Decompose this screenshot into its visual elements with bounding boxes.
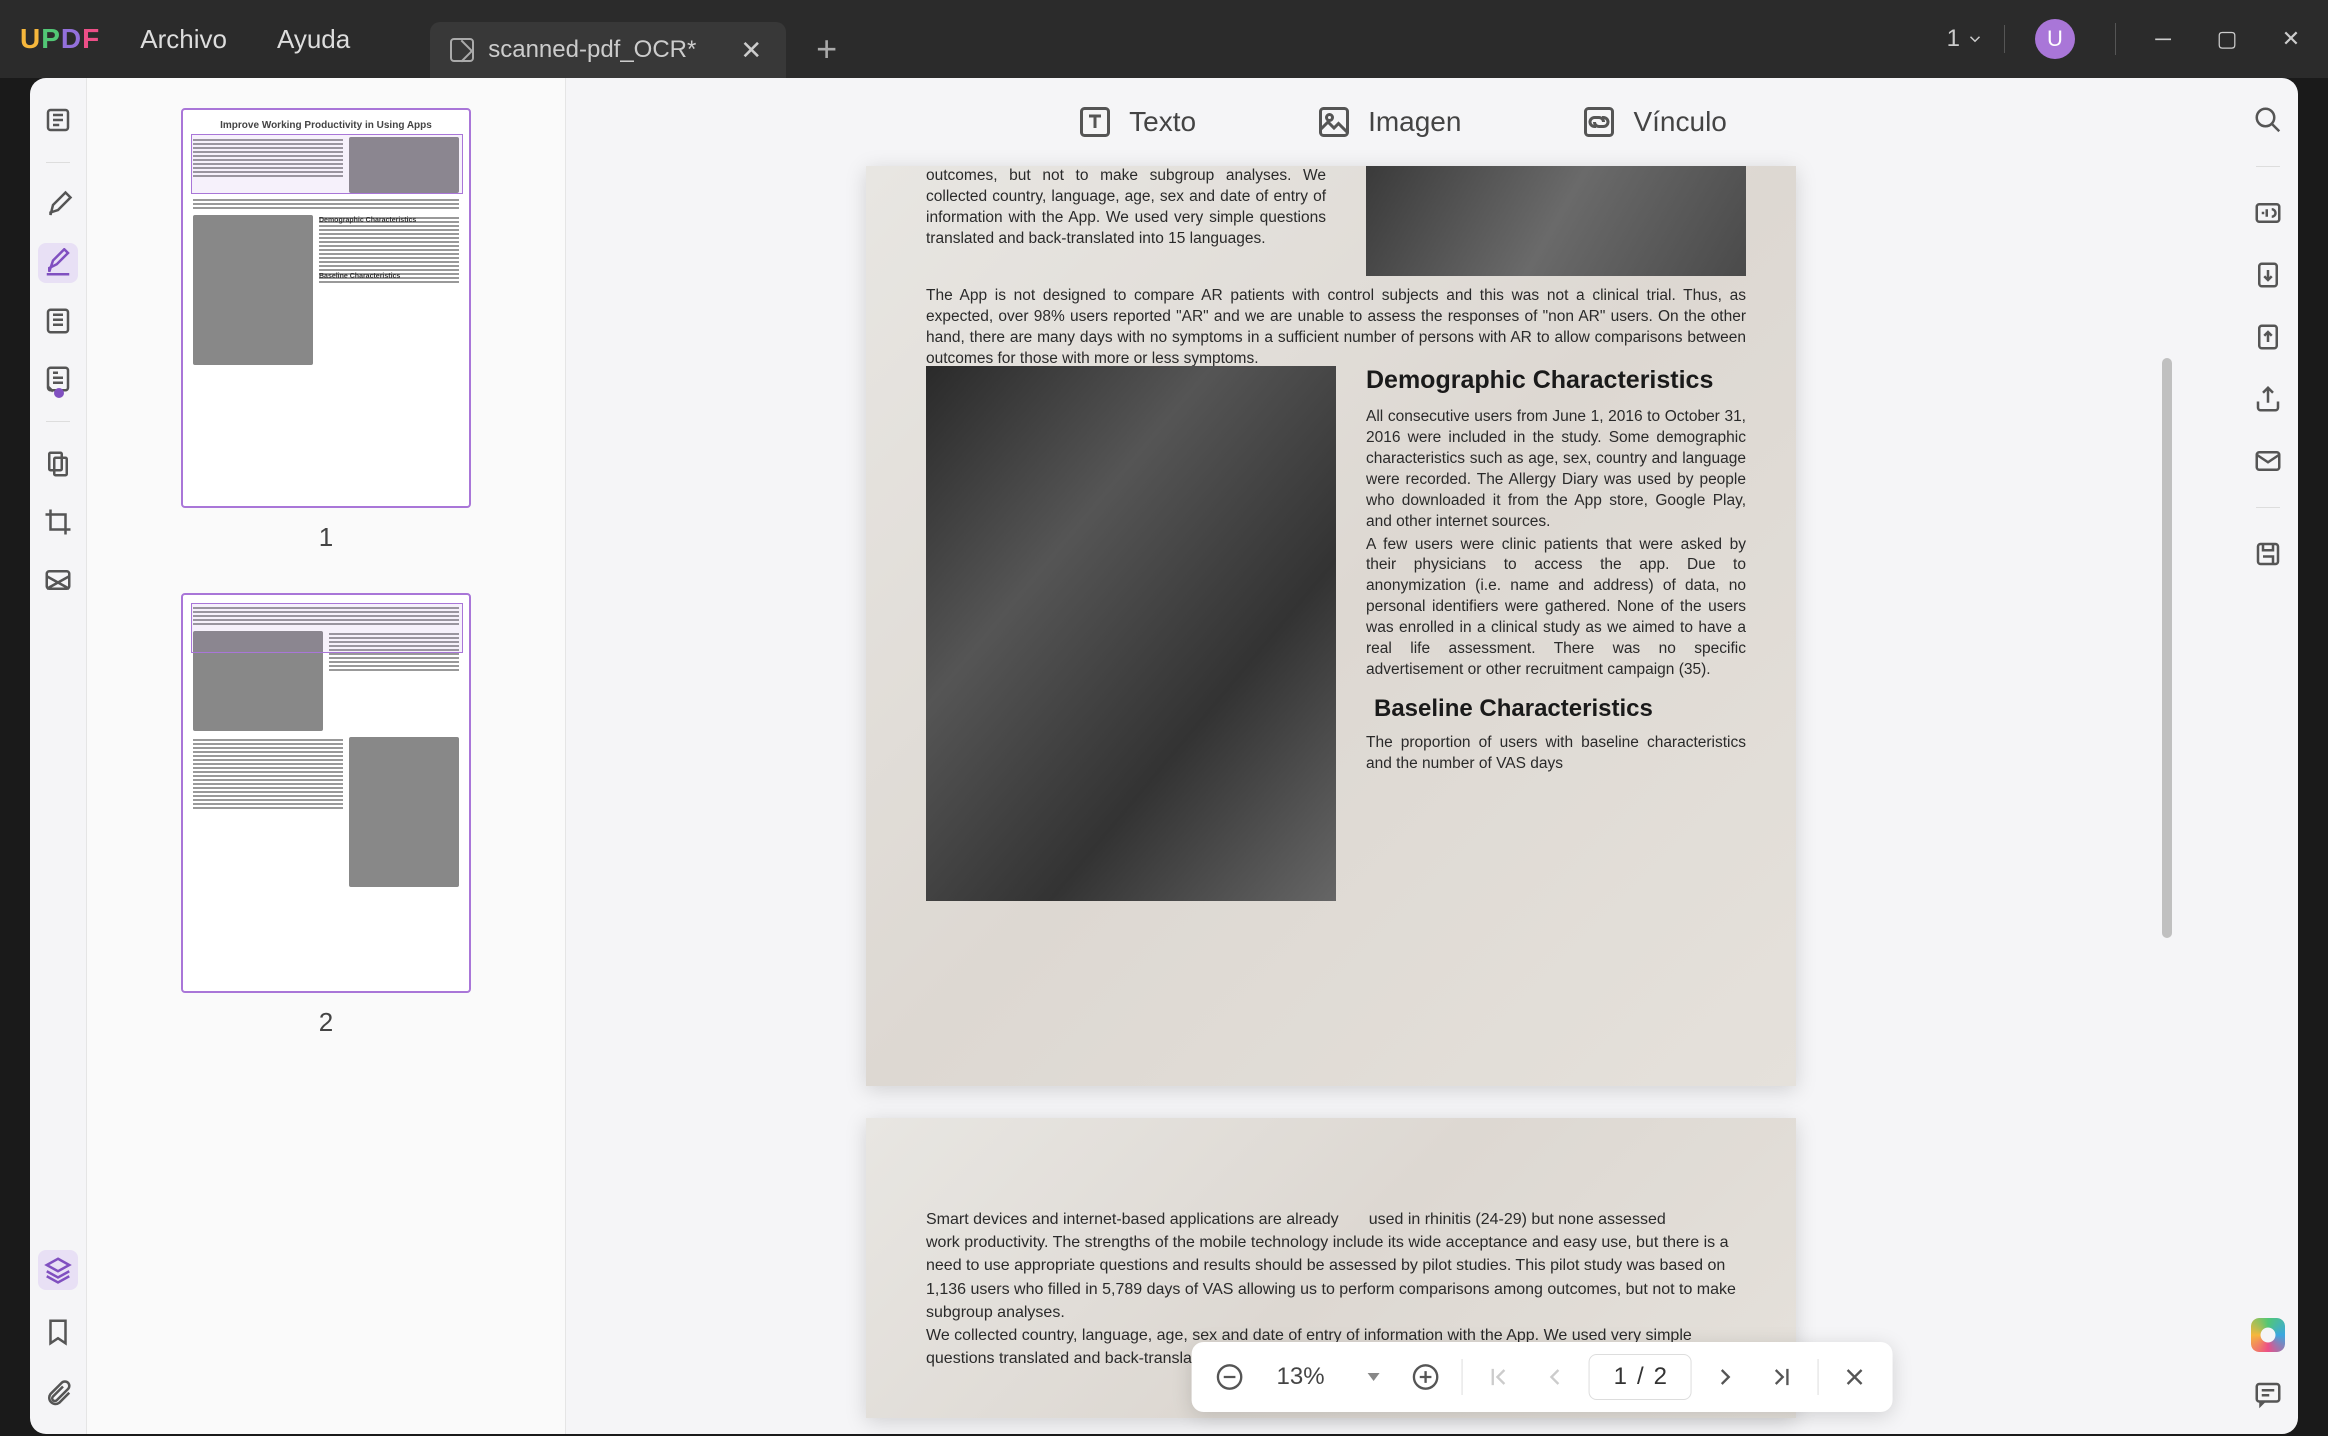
divider xyxy=(2115,23,2116,55)
doc-heading[interactable]: Demographic Characteristics xyxy=(1366,366,1746,395)
edit-tool-icon[interactable] xyxy=(38,243,78,283)
left-toolbar xyxy=(30,78,86,1434)
save-icon[interactable] xyxy=(2248,534,2288,574)
comment-tool-icon[interactable] xyxy=(38,185,78,225)
page-dropdown[interactable]: 1 xyxy=(1947,25,2005,53)
thumb-number-2: 2 xyxy=(319,1007,333,1038)
bookmark-icon[interactable] xyxy=(38,1312,78,1352)
main-area: Improve Working Productivity in Using Ap… xyxy=(30,78,2298,1434)
thumbnail-panel: Improve Working Productivity in Using Ap… xyxy=(86,78,566,1434)
close-window-button[interactable]: ✕ xyxy=(2274,26,2308,52)
tab-doc-icon xyxy=(450,38,474,62)
crop-tool-icon[interactable] xyxy=(38,502,78,542)
chat-icon[interactable] xyxy=(2248,1374,2288,1414)
total-pages: 2 xyxy=(1654,1363,1667,1391)
first-page-button[interactable] xyxy=(1481,1359,1517,1395)
thumbnail-2[interactable]: 2 xyxy=(87,593,565,1038)
doc-text[interactable]: The App is not designed to compare AR pa… xyxy=(926,286,1746,370)
doc-text[interactable]: The proportion of users with baseline ch… xyxy=(1366,733,1746,775)
thumb-heading: Baseline Characteristics xyxy=(319,273,459,275)
doc-text[interactable]: A few users were clinic patients that we… xyxy=(1366,535,1746,681)
image-icon xyxy=(1316,104,1352,140)
page-tool-icon[interactable] xyxy=(38,444,78,484)
new-tab-button[interactable]: + xyxy=(816,28,837,70)
reader-tool-icon[interactable] xyxy=(38,100,78,140)
layers-icon[interactable] xyxy=(38,1250,78,1290)
add-text-button[interactable]: Texto xyxy=(1077,104,1196,140)
ai-icon[interactable] xyxy=(2251,1318,2285,1352)
doc-image xyxy=(1366,166,1746,276)
last-page-button[interactable] xyxy=(1764,1359,1800,1395)
edit-text-label: Texto xyxy=(1129,106,1196,138)
doc-text[interactable]: All consecutive users from June 1, 2016 … xyxy=(1366,407,1746,533)
thumb-heading: Demographic Characteristics xyxy=(319,217,459,219)
edit-toolbar: Texto Imagen Vínculo xyxy=(566,78,2238,166)
ocr-icon[interactable] xyxy=(2248,193,2288,233)
user-avatar[interactable]: U xyxy=(2035,19,2075,59)
tab-title: scanned-pdf_OCR* xyxy=(488,36,696,64)
zoom-out-button[interactable] xyxy=(1212,1359,1248,1395)
titlebar: UPDF Archivo Ayuda scanned-pdf_OCR* ✕ + … xyxy=(0,0,2328,78)
thumbnail-1[interactable]: Improve Working Productivity in Using Ap… xyxy=(87,108,565,553)
doc-text[interactable]: work productivity. The strengths of the … xyxy=(926,1231,1736,1324)
page-dd-value: 1 xyxy=(1947,25,1960,53)
link-icon xyxy=(1581,104,1617,140)
add-link-button[interactable]: Vínculo xyxy=(1581,104,1726,140)
right-toolbar xyxy=(2238,78,2298,1434)
close-bar-button[interactable] xyxy=(1837,1359,1873,1395)
thumb-doc-title: Improve Working Productivity in Using Ap… xyxy=(193,120,459,131)
current-page: 1 xyxy=(1614,1363,1627,1391)
text-icon xyxy=(1077,104,1113,140)
edit-image-label: Imagen xyxy=(1368,106,1461,138)
page-separator: / xyxy=(1637,1363,1644,1391)
add-image-button[interactable]: Imagen xyxy=(1316,104,1461,140)
search-icon[interactable] xyxy=(2248,100,2288,140)
next-page-button[interactable] xyxy=(1710,1359,1746,1395)
email-icon[interactable] xyxy=(2248,441,2288,481)
thumb-number-1: 1 xyxy=(319,522,333,553)
page-input[interactable]: 1 / 2 xyxy=(1589,1354,1692,1400)
doc-text[interactable]: used in rhinitis (24-29) but none assess… xyxy=(1369,1208,1666,1231)
prev-page-button[interactable] xyxy=(1535,1359,1571,1395)
zoom-nav-bar: 13% 1 / 2 xyxy=(1192,1342,1893,1412)
document-viewport[interactable]: Texto Imagen Vínculo outcomes, but not t… xyxy=(566,78,2238,1434)
organize-tool-icon[interactable] xyxy=(38,301,78,341)
zoom-dropdown[interactable] xyxy=(1354,1359,1390,1395)
document-tab[interactable]: scanned-pdf_OCR* ✕ xyxy=(430,22,786,78)
attachment-icon[interactable] xyxy=(38,1374,78,1414)
doc-text[interactable]: Smart devices and internet-based applica… xyxy=(926,1208,1339,1231)
upload-icon[interactable] xyxy=(2248,317,2288,357)
minimize-button[interactable]: ─ xyxy=(2146,26,2180,52)
doc-text[interactable]: outcomes, but not to make subgroup analy… xyxy=(926,166,1326,250)
export-icon[interactable] xyxy=(2248,255,2288,295)
app-logo: UPDF xyxy=(20,23,100,55)
menu-help[interactable]: Ayuda xyxy=(277,24,350,55)
active-indicator xyxy=(54,388,64,398)
edit-link-label: Vínculo xyxy=(1633,106,1726,138)
menu-file[interactable]: Archivo xyxy=(140,24,227,55)
zoom-in-button[interactable] xyxy=(1408,1359,1444,1395)
page-1[interactable]: outcomes, but not to make subgroup analy… xyxy=(866,166,1796,1086)
maximize-button[interactable]: ▢ xyxy=(2210,26,2244,52)
doc-heading[interactable]: Baseline Characteristics xyxy=(1374,695,1746,723)
zoom-value[interactable]: 13% xyxy=(1266,1363,1336,1391)
share-icon[interactable] xyxy=(2248,379,2288,419)
right-bottom-tools xyxy=(2238,1318,2298,1414)
left-bottom-tools xyxy=(30,1250,86,1414)
doc-image xyxy=(926,366,1336,901)
close-tab-button[interactable]: ✕ xyxy=(736,35,766,66)
vertical-scrollbar[interactable] xyxy=(2162,358,2172,938)
chevron-down-icon xyxy=(1966,30,1984,48)
redact-tool-icon[interactable] xyxy=(38,560,78,600)
